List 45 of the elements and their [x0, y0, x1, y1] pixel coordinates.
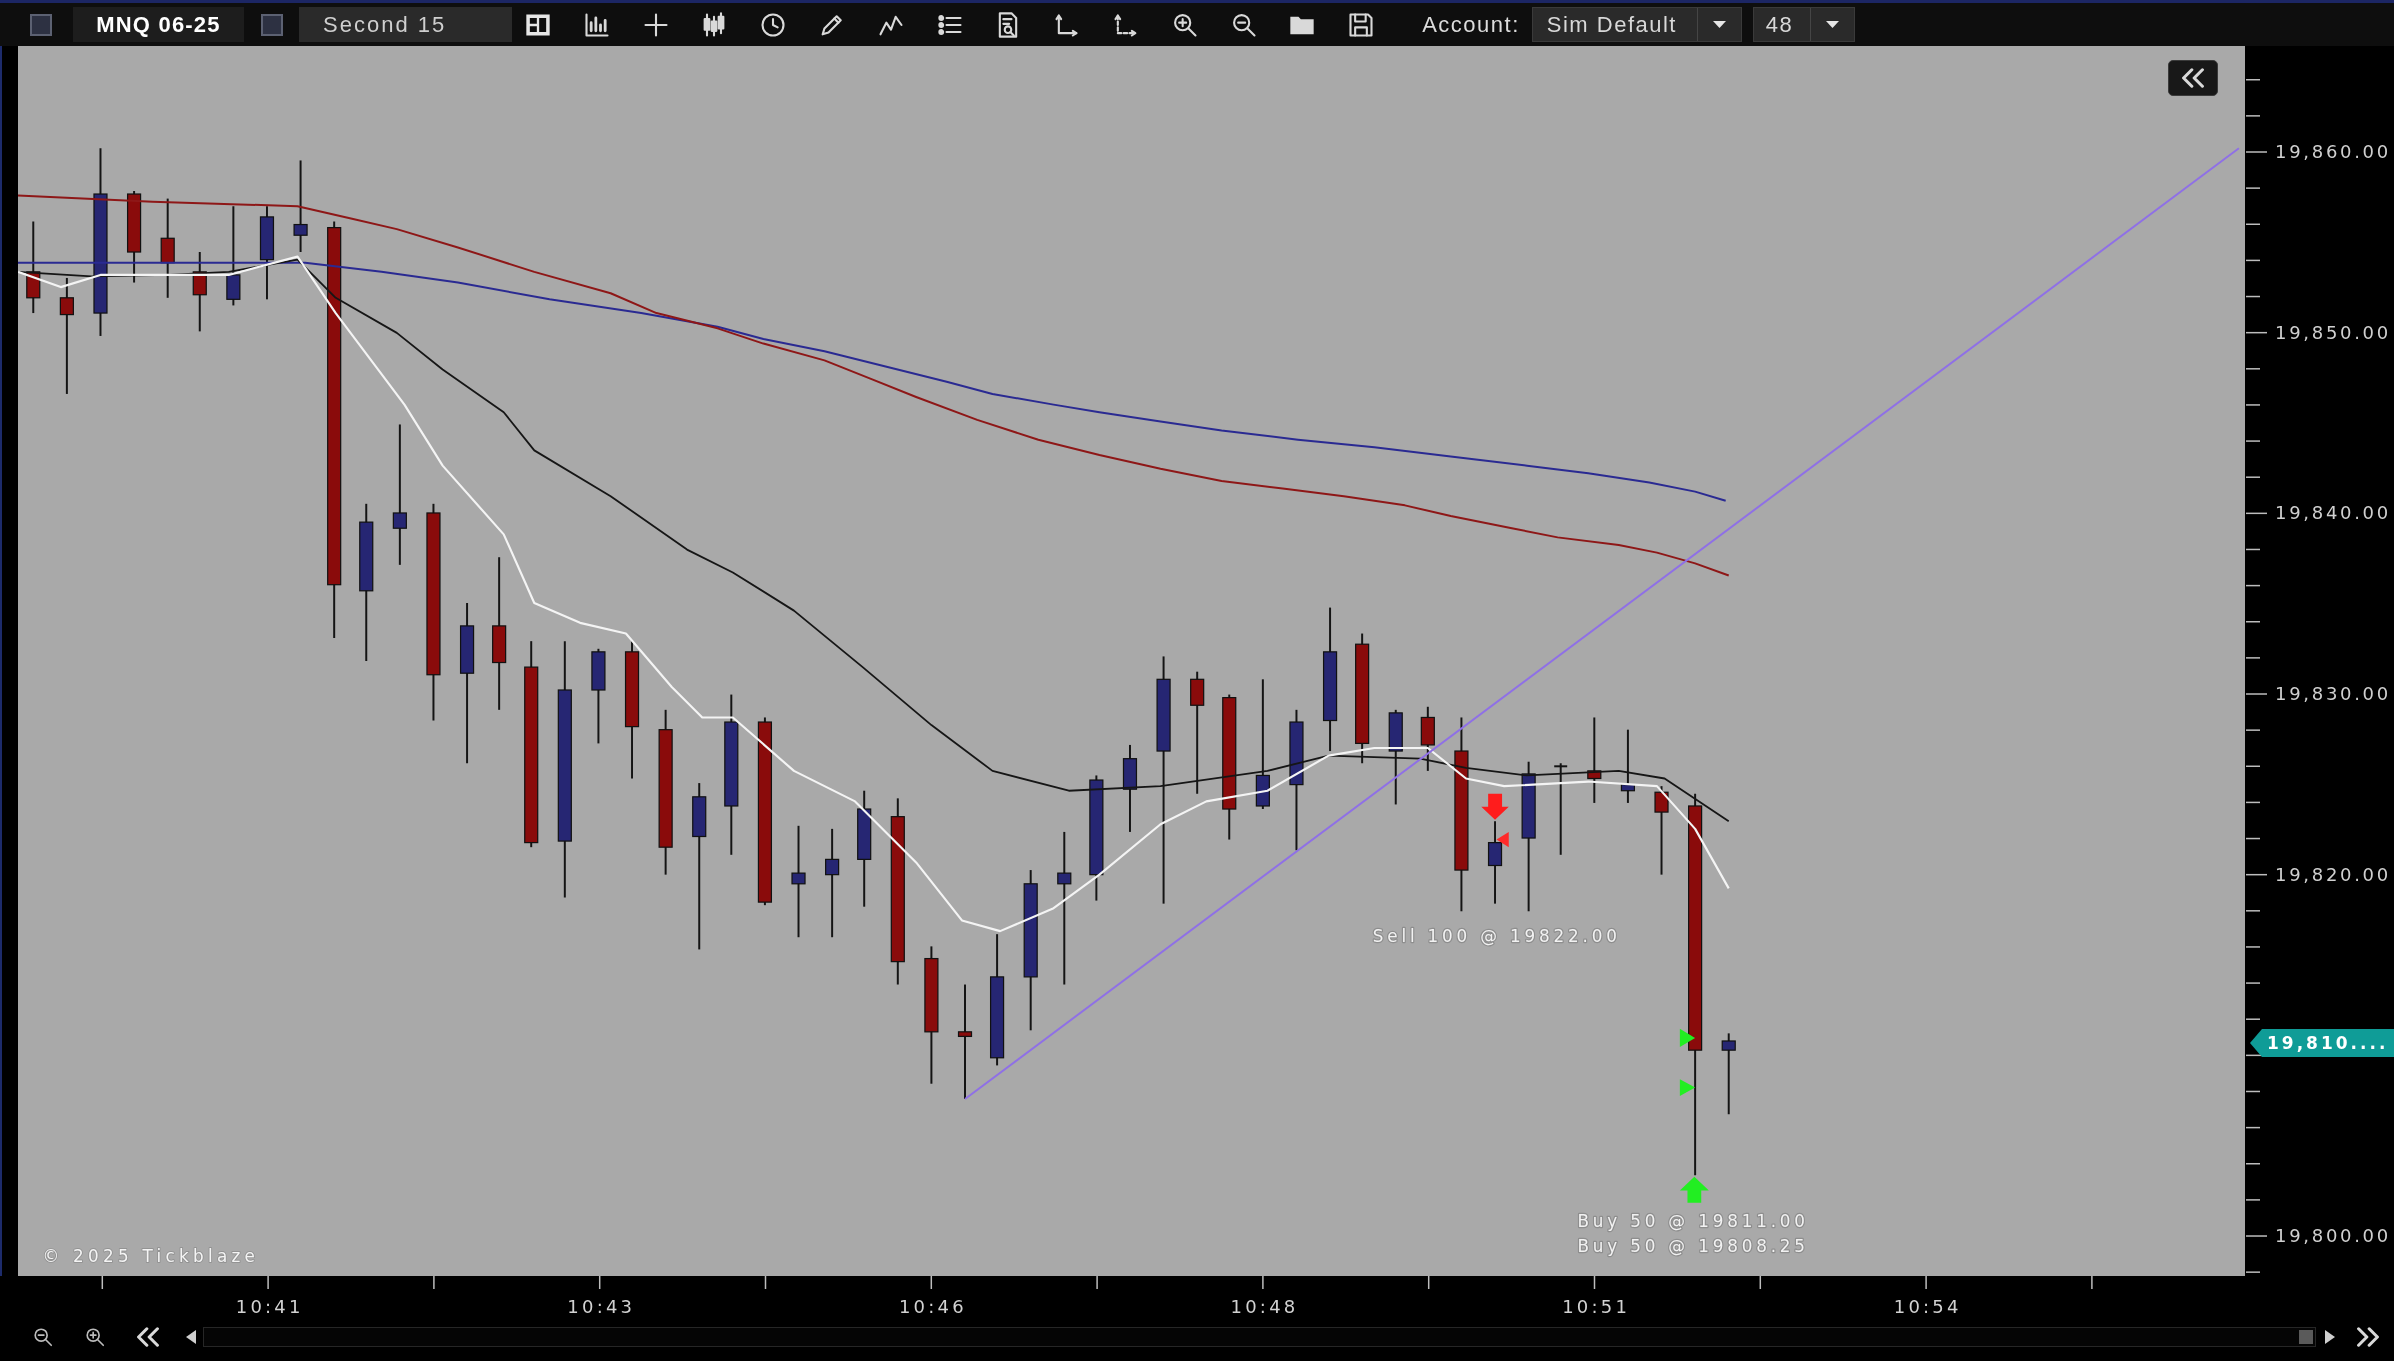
scrollbar-thumb[interactable]: [2299, 1330, 2313, 1344]
price-label: 19,800.00: [2275, 1225, 2391, 1247]
account-dropdown[interactable]: Sim Default: [1531, 7, 1742, 42]
copyright-text: © 2025 Tickblaze: [42, 1246, 260, 1267]
time-label: 10:48: [1230, 1296, 1299, 1318]
time-label: 10:54: [1893, 1296, 1962, 1318]
zoom-in-icon[interactable]: [84, 1326, 106, 1348]
scrollbar-track[interactable]: [203, 1327, 2316, 1347]
price-label: 19,830.00: [2275, 683, 2391, 705]
time-label: 10:46: [898, 1296, 967, 1318]
time-label: 10:43: [567, 1296, 636, 1318]
right-triangle-icon[interactable]: [2325, 1330, 2335, 1344]
double-chevron-right-icon[interactable]: [2356, 1327, 2380, 1347]
time-label: 10:51: [1562, 1296, 1631, 1318]
square-icon[interactable]: [30, 13, 52, 36]
down-arrow-icon: [1481, 793, 1509, 820]
current-price-label: 19,810....: [2250, 1029, 2394, 1057]
bearish-candle: [1420, 705, 1435, 772]
time-label: 10:41: [235, 1296, 304, 1318]
chart-bars-icon[interactable]: [582, 10, 611, 39]
price-label: 19,840.00: [2275, 502, 2391, 525]
price-label: 19,850.00: [2275, 321, 2391, 344]
caret-down-icon[interactable]: [1712, 21, 1726, 28]
save-icon[interactable]: [1347, 10, 1376, 39]
account-label: Account:: [1422, 11, 1520, 38]
caret-down-icon[interactable]: [1825, 21, 1839, 28]
triangle-marker-icon: [1679, 1079, 1696, 1096]
price-label: 19,820.00: [2275, 863, 2391, 886]
instrument-selector[interactable]: MNQ 06-25: [73, 7, 244, 42]
triangle-marker-icon: [1679, 1028, 1696, 1048]
double-chevron-left-icon: [2180, 68, 2206, 88]
left-triangle-icon[interactable]: [186, 1330, 196, 1344]
quantity-dropdown[interactable]: 48: [1752, 7, 1855, 42]
square-icon[interactable]: [261, 13, 283, 36]
double-chevron-left-icon[interactable]: [136, 1327, 160, 1347]
price-label: 19,860.00: [2275, 141, 2391, 163]
trade-label: Sell 100 @ 19822.00: [1372, 925, 1621, 946]
trade-label: Buy 50 @ 19808.25: [1577, 1235, 1809, 1256]
period-selector[interactable]: Second 15: [299, 7, 512, 42]
up-arrow-icon: [1679, 1176, 1709, 1203]
triangle-marker-icon: [1496, 831, 1509, 848]
collapse-button[interactable]: [2168, 60, 2218, 96]
trade-label: Buy 50 @ 19811.00: [1577, 1211, 1809, 1232]
zoom-out-icon[interactable]: [32, 1326, 54, 1348]
trend-line[interactable]: [964, 147, 2240, 1100]
